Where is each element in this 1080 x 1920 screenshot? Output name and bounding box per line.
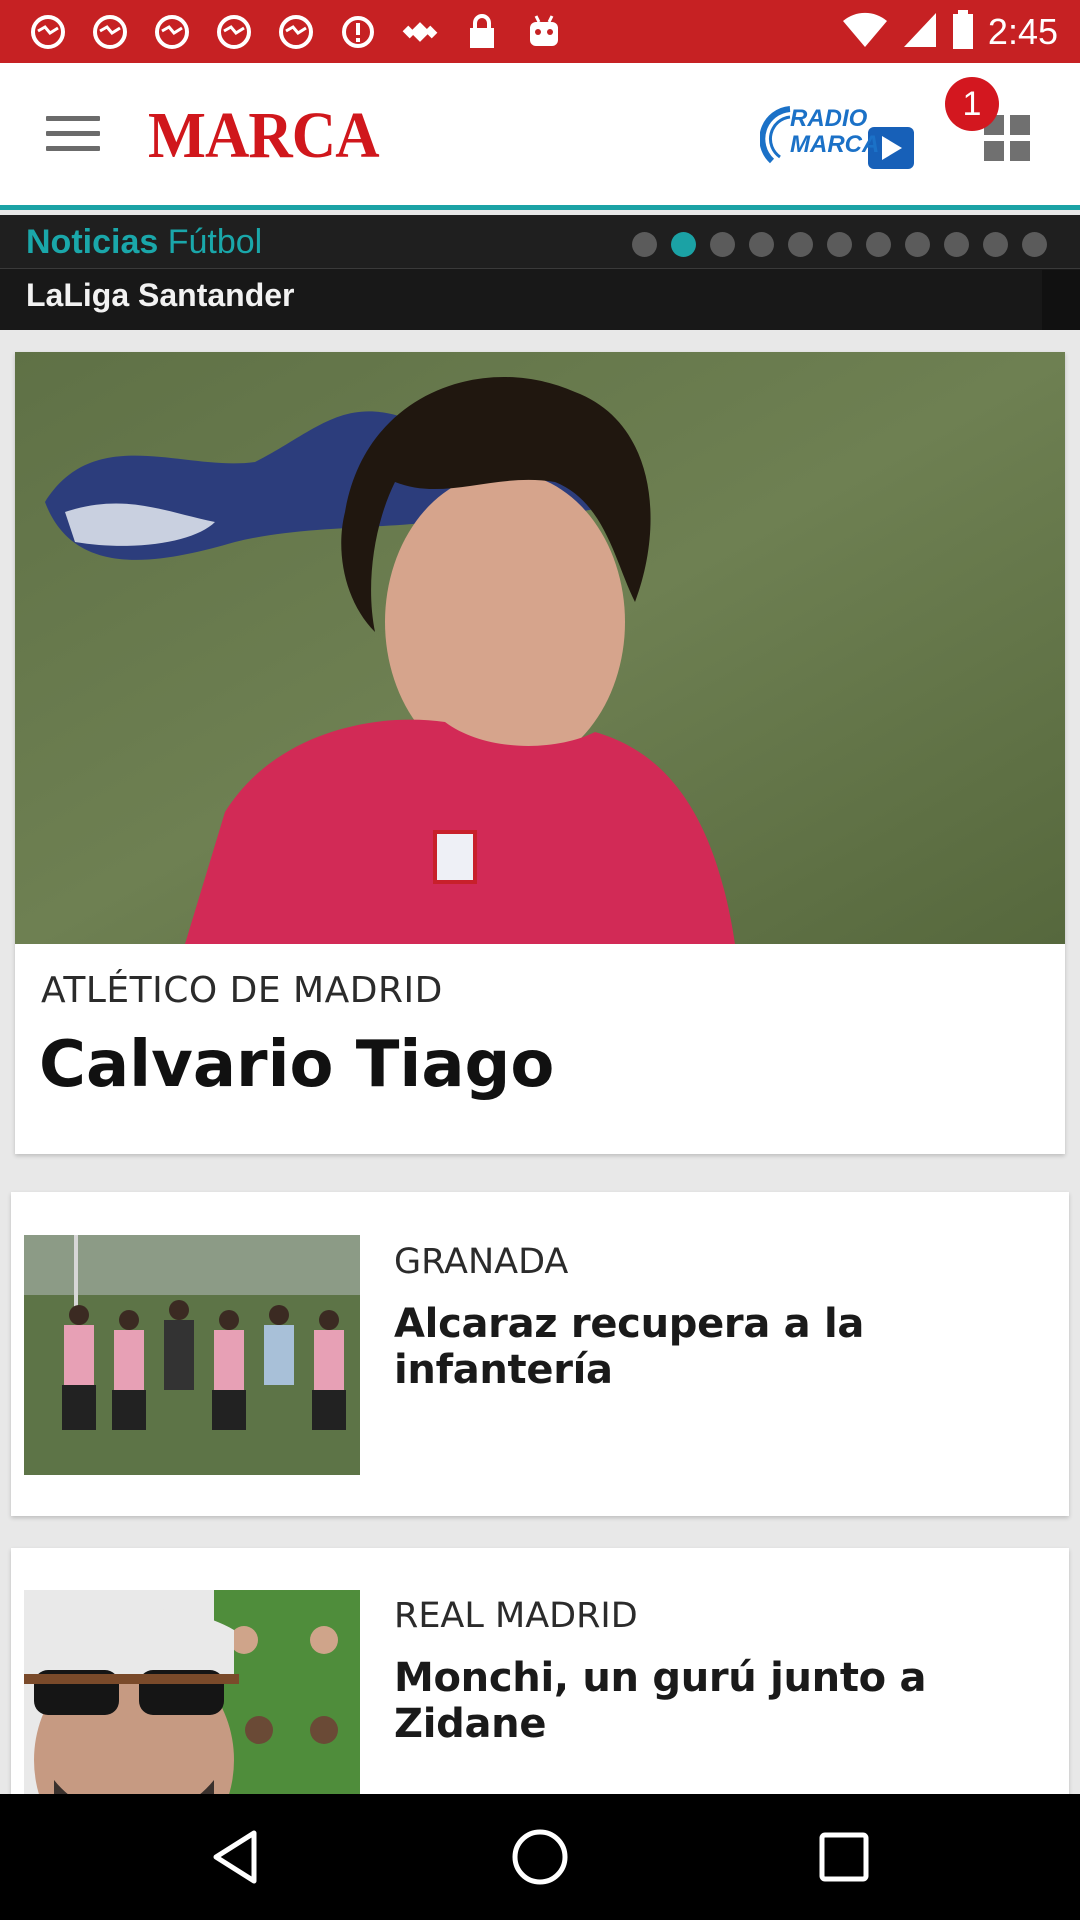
status-bar: 2:45	[0, 0, 1080, 63]
abc-news-icon	[212, 12, 256, 52]
wifi-icon	[842, 11, 888, 54]
system-navigation-bar	[0, 1794, 1080, 1920]
back-icon[interactable]	[206, 1827, 266, 1887]
article-card[interactable]: REAL MADRID Monchi, un gurú junto a Zida…	[11, 1548, 1069, 1830]
page-dot-active[interactable]	[671, 232, 696, 257]
article-thumbnail[interactable]	[24, 1235, 360, 1475]
article-card[interactable]: GRANADA Alcaraz recupera a la infantería	[11, 1192, 1069, 1516]
section-title-light: Fútbol	[167, 223, 263, 261]
section-title[interactable]: Noticias Fútbol	[26, 223, 262, 262]
article-kicker: ATLÉTICO DE MADRID	[41, 970, 443, 1011]
lock-icon	[460, 12, 504, 52]
alert-icon	[336, 12, 380, 52]
page-dot[interactable]	[866, 232, 891, 257]
article-kicker: REAL MADRID	[394, 1596, 638, 1636]
page-dot[interactable]	[788, 232, 813, 257]
notification-badge[interactable]: 1	[945, 77, 999, 131]
abc-news-icon	[88, 12, 132, 52]
featured-article-image[interactable]	[15, 352, 1065, 944]
signal-icon	[902, 11, 938, 54]
page-dot[interactable]	[710, 232, 735, 257]
page-dot[interactable]	[905, 232, 930, 257]
radio-label-bottom: MARCA	[790, 131, 880, 158]
section-bar: Noticias Fútbol LaLiga Santander	[0, 215, 1080, 330]
page-dot[interactable]	[944, 232, 969, 257]
recents-icon[interactable]	[814, 1827, 874, 1887]
abc-news-icon	[274, 12, 318, 52]
article-title[interactable]: Calvario Tiago	[39, 1028, 554, 1102]
radio-marca-button[interactable]: RADIO MARCA	[759, 101, 915, 173]
featured-article-card[interactable]: ATLÉTICO DE MADRID Calvario Tiago	[15, 352, 1065, 1154]
radio-label-top: RADIO	[790, 105, 868, 132]
page-dot[interactable]	[983, 232, 1008, 257]
page-dot[interactable]	[1022, 232, 1047, 257]
section-tabs[interactable]: Noticias Fútbol	[0, 215, 1080, 269]
abc-news-icon	[26, 12, 70, 52]
section-subtitle-fade	[1042, 270, 1080, 330]
brand-logo[interactable]: MARCA	[148, 98, 380, 174]
article-title[interactable]: Alcaraz recupera a la infantería	[394, 1301, 1069, 1393]
menu-icon[interactable]	[46, 116, 100, 156]
battery-icon	[952, 9, 974, 55]
article-kicker: GRANADA	[394, 1242, 569, 1282]
app-screen: 2:45 MARCA RADIO MARCA 1 Noticias Fútbol	[0, 0, 1080, 1920]
page-dot[interactable]	[827, 232, 852, 257]
fake-gps-icon	[398, 12, 442, 52]
article-title[interactable]: Monchi, un gurú junto a Zidane	[394, 1655, 1069, 1747]
abc-news-icon	[150, 12, 194, 52]
section-title-bold: Noticias	[26, 223, 159, 261]
clock: 2:45	[987, 11, 1058, 52]
android-icon	[522, 12, 566, 52]
section-subtitle[interactable]: LaLiga Santander	[26, 277, 295, 314]
page-dot[interactable]	[632, 232, 657, 257]
home-icon[interactable]	[510, 1827, 570, 1887]
page-dot[interactable]	[749, 232, 774, 257]
page-indicator	[632, 232, 1047, 257]
app-header: MARCA RADIO MARCA 1	[0, 63, 1080, 210]
